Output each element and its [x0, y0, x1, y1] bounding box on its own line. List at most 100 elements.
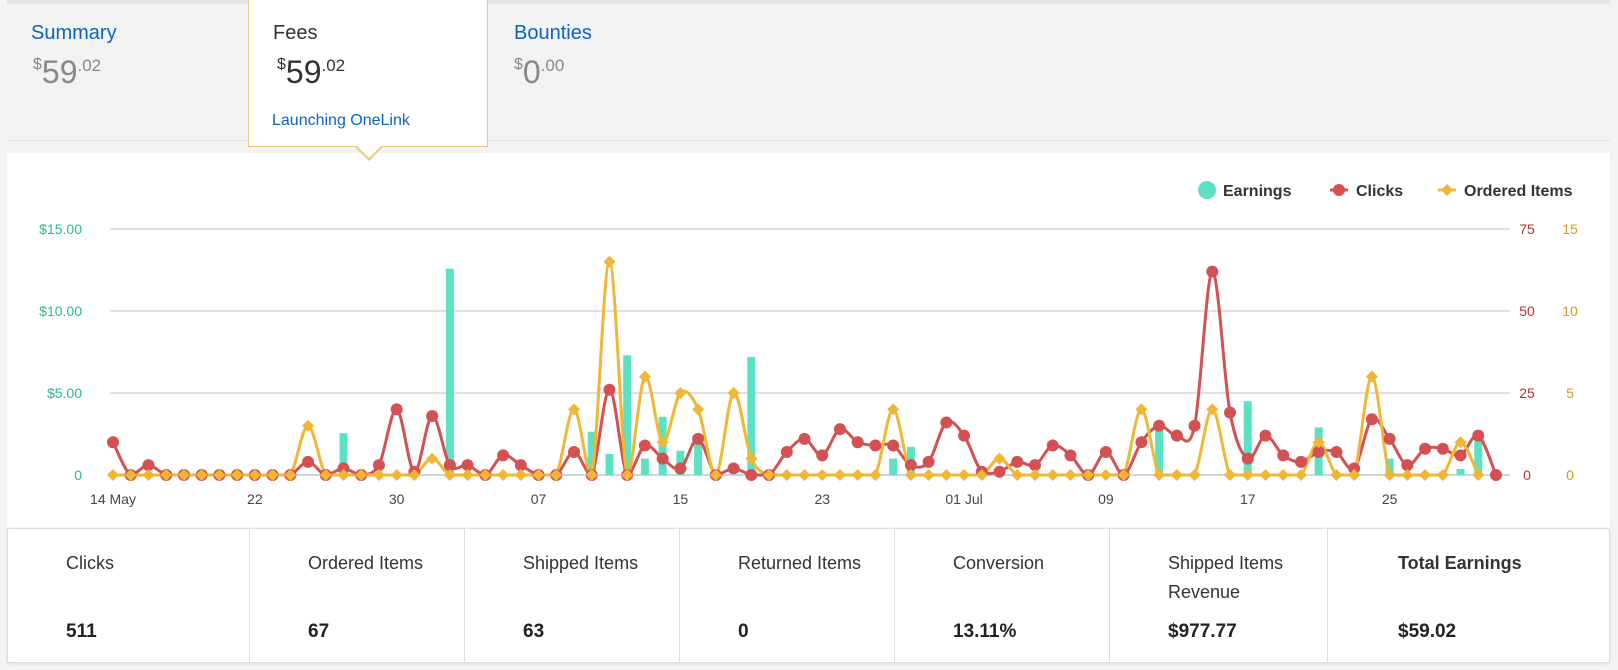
x-tick-label: 14 May	[90, 491, 136, 507]
stat-label: Clicks	[66, 553, 114, 573]
tab-fees-label: Fees	[273, 22, 318, 44]
clicks-point	[426, 409, 439, 422]
stat-label: Conversion	[953, 553, 1045, 573]
currency-symbol: $	[277, 56, 286, 73]
y-left-tick-label: $10.00	[39, 303, 82, 319]
clicks-point	[568, 446, 580, 459]
clicks-point	[833, 423, 846, 436]
clicks-point	[1294, 455, 1307, 468]
clicks-point	[1206, 265, 1219, 278]
earnings-bar	[640, 458, 649, 475]
clicks-point	[1170, 429, 1183, 442]
clicks-point	[1188, 419, 1201, 432]
clicks-point	[922, 455, 935, 468]
stat-value: 63	[523, 621, 545, 642]
stat-value: 67	[308, 621, 330, 642]
x-tick-label: 07	[531, 491, 547, 507]
earnings-bar	[1456, 468, 1465, 475]
x-tick-label: 01 Jul	[945, 491, 982, 507]
tab-fees[interactable]: Fees $59.02 Launching OneLink	[248, 0, 488, 147]
ordered-items-point	[603, 255, 616, 268]
clicks-point	[940, 416, 953, 429]
clicks-point	[1383, 432, 1396, 445]
fees-amount: $59.02	[277, 54, 345, 91]
amount-fraction: .02	[321, 56, 346, 75]
launching-onelink-link[interactable]: Launching OneLink	[272, 112, 410, 130]
stat-label: Ordered Items	[308, 553, 424, 573]
clicks-point	[1011, 455, 1024, 468]
clicks-point	[1365, 413, 1378, 426]
clicks-point	[1330, 446, 1343, 459]
performance-chart: 0 0 0 $5.00 25 5 $10.00 50 10 $15.00 75 15 14 May 22 3…	[39, 181, 1578, 507]
ordered-items-point	[1365, 370, 1378, 383]
earnings-bar	[445, 268, 454, 475]
y-right-items-tick-label: 15	[1562, 221, 1578, 237]
ordered-items-point	[1170, 469, 1183, 481]
stats-bar: Clicks 511 Ordered Items 67 Shipped Items 6…	[7, 528, 1610, 663]
clicks-point	[692, 432, 705, 445]
ordered-items-point	[993, 452, 1006, 465]
legend-ordered-items-label: Ordered Items	[1464, 183, 1573, 200]
ordered-items-point	[1419, 469, 1432, 481]
clicks-point	[674, 462, 687, 475]
clicks-point	[1153, 419, 1166, 432]
ordered-items-point	[780, 469, 793, 481]
y-right-items-tick-label: 5	[1566, 385, 1574, 401]
clicks-point	[1436, 442, 1449, 455]
ordered-items-point	[1099, 469, 1112, 481]
ordered-items-point	[514, 469, 527, 481]
earnings-bar	[605, 454, 614, 475]
clicks-point	[1259, 429, 1272, 442]
legend-clicks-icon	[1333, 184, 1345, 196]
stat-label: Shipped Items	[523, 553, 639, 573]
stat-value: 13.11%	[953, 621, 1017, 642]
ordered-items-point	[940, 469, 953, 481]
ordered-items-point	[107, 469, 119, 481]
y-left-tick-label: $5.00	[47, 385, 82, 401]
clicks-point	[603, 383, 616, 396]
amount-whole: 59	[285, 54, 322, 90]
ordered-items-point	[816, 469, 829, 481]
ordered-items-point	[692, 403, 705, 416]
stat-total-earnings: Total Earnings $59.02	[1328, 529, 1609, 662]
clicks-point	[1046, 439, 1059, 452]
legend-clicks-label: Clicks	[1356, 183, 1403, 200]
clicks-point	[780, 446, 793, 459]
clicks-point	[887, 439, 900, 452]
ordered-items-point	[1029, 469, 1041, 481]
stat-label: Returned Items	[738, 553, 862, 573]
y-left-tick-label: $15.00	[39, 221, 82, 237]
clicks-point	[993, 465, 1006, 478]
x-tick-label: 23	[814, 491, 830, 507]
ordered-items-point	[1188, 469, 1201, 481]
ordered-items-point	[1259, 469, 1272, 481]
clicks-point	[107, 436, 119, 449]
clicks-point	[1135, 436, 1148, 449]
legend-earnings-label: Earnings	[1223, 183, 1292, 200]
clicks-point	[1419, 442, 1432, 455]
x-tick-label: 22	[247, 491, 263, 507]
ordered-items-point	[958, 469, 971, 481]
clicks-point	[638, 439, 651, 452]
ordered-items-point	[461, 469, 474, 481]
stat-value: 511	[66, 621, 97, 642]
tab-pointer-inner	[356, 145, 382, 158]
clicks-point	[302, 455, 315, 468]
x-tick-label: 30	[389, 491, 405, 507]
ordered-items-point	[798, 469, 811, 481]
clicks-point	[958, 429, 971, 442]
legend-ordered-items-icon	[1441, 184, 1453, 196]
clicks-point	[745, 469, 758, 481]
clicks-point	[1472, 429, 1485, 442]
clicks-point	[656, 452, 669, 465]
ordered-items-point	[869, 469, 882, 481]
clicks-point	[816, 449, 829, 462]
ordered-items-point	[1401, 469, 1414, 481]
ordered-items-point	[922, 469, 935, 481]
ordered-items-point	[674, 387, 687, 399]
ordered-items-point	[1277, 469, 1290, 481]
clicks-point	[851, 436, 864, 449]
clicks-point	[1454, 449, 1467, 462]
ordered-items-point	[390, 469, 403, 481]
stat-conversion: Conversion 13.11%	[895, 529, 1110, 662]
